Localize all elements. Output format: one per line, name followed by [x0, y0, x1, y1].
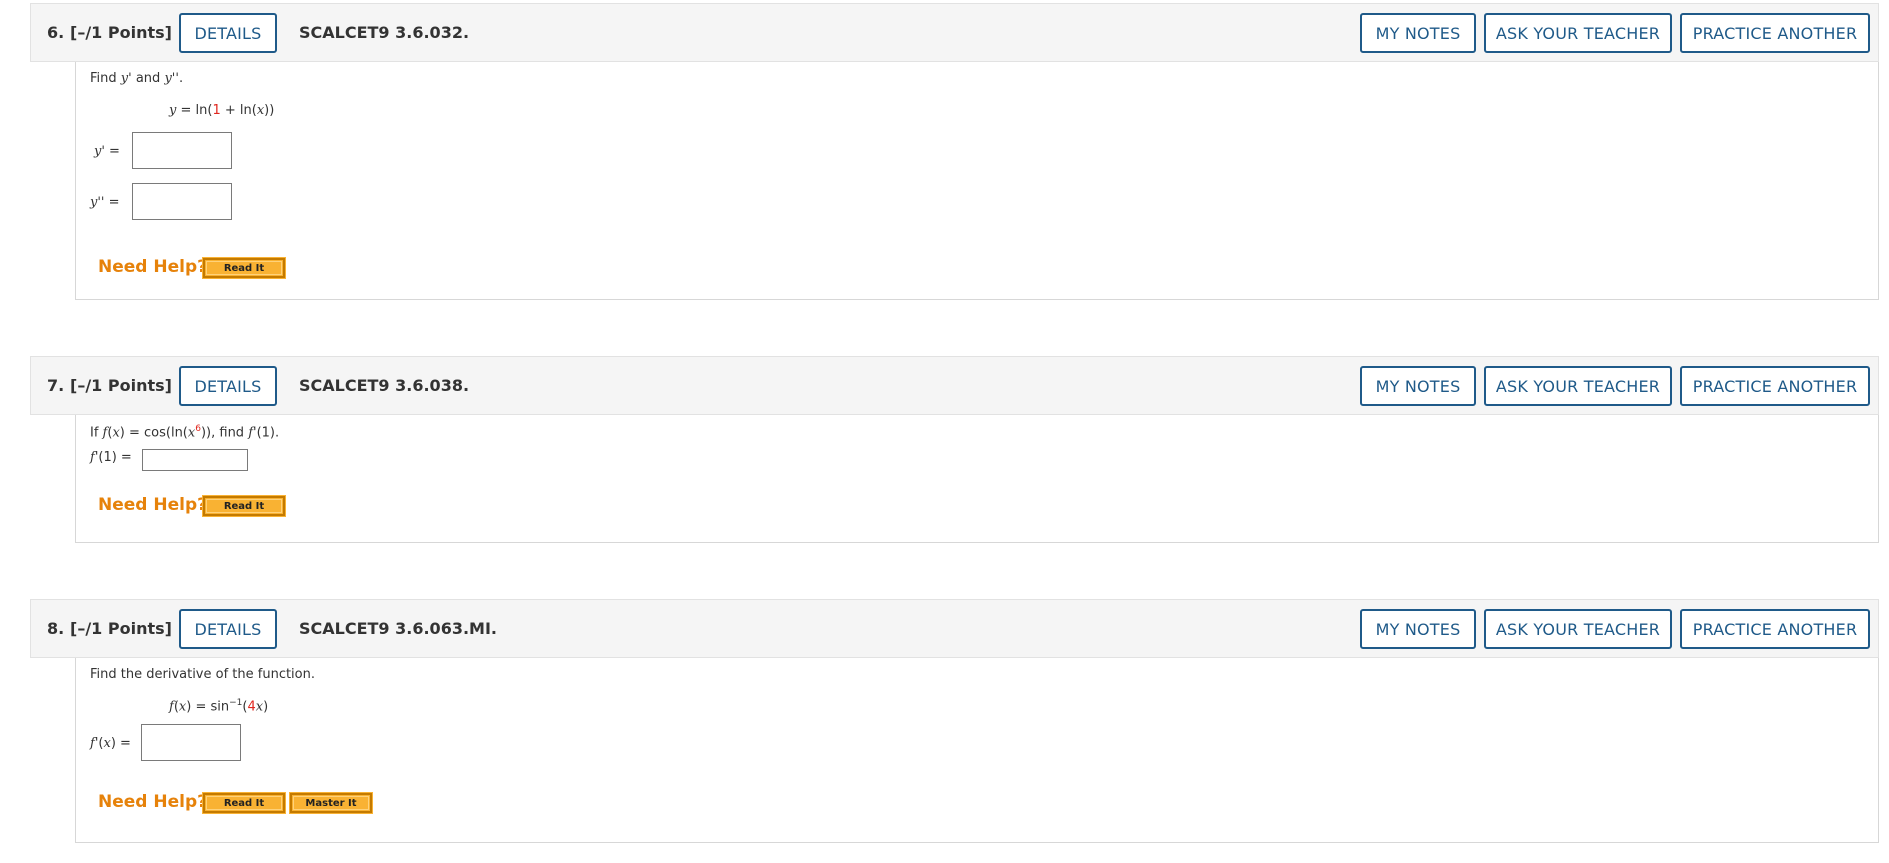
- question-code: SCALCET9 3.6.038.: [299, 376, 470, 395]
- question-body: If f(x) = cos(ln(x6)), find f'(1). f'(1)…: [75, 415, 1879, 543]
- question-number: 6.: [47, 23, 65, 42]
- question-prompt: Find y' and y''.: [90, 71, 184, 86]
- need-help-label: Need Help?: [98, 257, 207, 277]
- answer-input-y-double-prime[interactable]: [132, 183, 232, 220]
- practice-another-button[interactable]: PRACTICE ANOTHER: [1680, 13, 1870, 53]
- question-body: Find y' and y''. y = ln(1 + ln(x)) y' = …: [75, 62, 1879, 300]
- function-equation: y = ln(1 + ln(x)): [169, 103, 275, 118]
- my-notes-button[interactable]: MY NOTES: [1360, 366, 1476, 406]
- question-prompt: If f(x) = cos(ln(x6)), find f'(1).: [90, 424, 280, 441]
- details-button[interactable]: DETAILS: [179, 609, 277, 649]
- read-it-button[interactable]: Read It: [202, 792, 286, 814]
- practice-another-button[interactable]: PRACTICE ANOTHER: [1680, 366, 1870, 406]
- question-8: 8. [–/1 Points] DETAILS SCALCET9 3.6.063…: [30, 599, 1879, 844]
- function-equation: f(x) = sin−1(4x): [169, 698, 269, 715]
- master-it-button[interactable]: Master It: [289, 792, 373, 814]
- practice-another-button[interactable]: PRACTICE ANOTHER: [1680, 609, 1870, 649]
- question-header: 7. [–/1 Points] DETAILS SCALCET9 3.6.038…: [30, 356, 1879, 415]
- question-number: 8.: [47, 619, 65, 638]
- ask-your-teacher-button[interactable]: ASK YOUR TEACHER: [1484, 366, 1672, 406]
- my-notes-button[interactable]: MY NOTES: [1360, 13, 1476, 53]
- read-it-button[interactable]: Read It: [202, 495, 286, 517]
- need-help-label: Need Help?: [98, 495, 207, 515]
- ask-your-teacher-button[interactable]: ASK YOUR TEACHER: [1484, 13, 1672, 53]
- question-code: SCALCET9 3.6.063.MI.: [299, 619, 497, 638]
- answer-label-f-prime-1: f'(1) =: [90, 450, 132, 465]
- read-it-button[interactable]: Read It: [202, 257, 286, 279]
- answer-input-f-prime-x[interactable]: [141, 724, 241, 761]
- question-body: Find the derivative of the function. f(x…: [75, 658, 1879, 843]
- question-header: 8. [–/1 Points] DETAILS SCALCET9 3.6.063…: [30, 599, 1879, 658]
- question-code: SCALCET9 3.6.032.: [299, 23, 470, 42]
- details-button[interactable]: DETAILS: [179, 13, 277, 53]
- need-help-label: Need Help?: [98, 792, 207, 812]
- answer-label-y-double-prime: y'' =: [90, 195, 120, 210]
- question-6: 6. [–/1 Points] DETAILS SCALCET9 3.6.032…: [30, 3, 1879, 301]
- question-header: 6. [–/1 Points] DETAILS SCALCET9 3.6.032…: [30, 3, 1879, 62]
- ask-your-teacher-button[interactable]: ASK YOUR TEACHER: [1484, 609, 1672, 649]
- question-points: [–/1 Points]: [70, 376, 172, 395]
- question-points: [–/1 Points]: [70, 23, 172, 42]
- question-prompt: Find the derivative of the function.: [90, 667, 315, 682]
- question-points: [–/1 Points]: [70, 619, 172, 638]
- answer-label-y-prime: y' =: [94, 144, 120, 159]
- answer-label-f-prime-x: f'(x) =: [90, 736, 131, 751]
- answer-input-y-prime[interactable]: [132, 132, 232, 169]
- my-notes-button[interactable]: MY NOTES: [1360, 609, 1476, 649]
- answer-input-f-prime-1[interactable]: [142, 449, 248, 471]
- question-number: 7.: [47, 376, 65, 395]
- details-button[interactable]: DETAILS: [179, 366, 277, 406]
- question-7: 7. [–/1 Points] DETAILS SCALCET9 3.6.038…: [30, 356, 1879, 544]
